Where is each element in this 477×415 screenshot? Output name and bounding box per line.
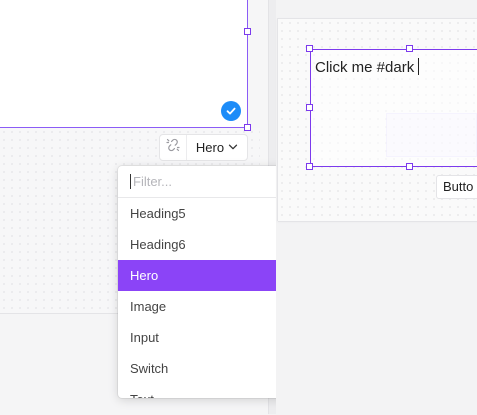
resize-handle[interactable] (306, 104, 313, 111)
resize-handle[interactable] (406, 163, 413, 170)
button-element-label: Butto (443, 179, 474, 194)
resize-handle[interactable] (406, 45, 413, 52)
resize-handle[interactable] (306, 163, 313, 170)
resize-handle[interactable] (306, 45, 313, 52)
text-caret (418, 58, 420, 75)
component-select[interactable]: Hero (187, 140, 247, 155)
resize-handle[interactable] (244, 124, 251, 131)
selected-frame[interactable] (0, 0, 248, 128)
check-icon (221, 101, 241, 121)
frame-border-right (247, 0, 248, 128)
component-select-label: Hero (195, 140, 225, 155)
chevron-down-icon (228, 140, 238, 155)
component-toolbar: Hero (159, 134, 248, 161)
unlink-icon (165, 137, 181, 158)
resize-handle[interactable] (244, 28, 251, 35)
unlink-button[interactable] (160, 135, 187, 160)
button-element[interactable]: Butto (436, 175, 477, 199)
frame-border-bottom (278, 221, 477, 222)
text-element-label: Click me #dark (315, 59, 415, 76)
text-element-content[interactable]: Click me #dark (315, 58, 420, 76)
